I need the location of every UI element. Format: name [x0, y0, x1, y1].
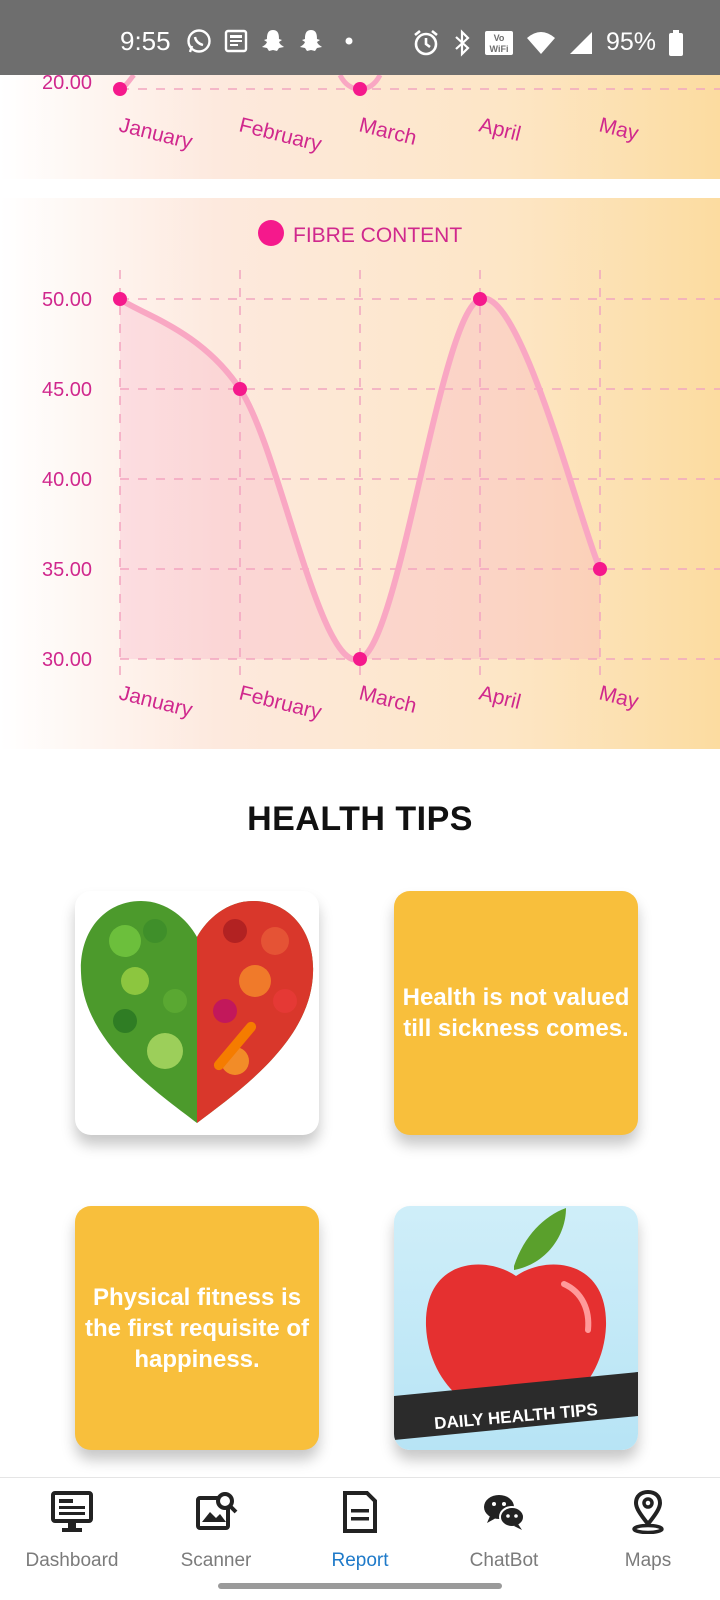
nav-label: Dashboard	[25, 1550, 119, 1571]
status-bar: 9:55 Vo WiFi 95%	[0, 0, 720, 75]
system-icons: Vo WiFi 95%	[412, 28, 684, 57]
x-tick-label: April	[477, 682, 523, 714]
battery-icon	[669, 29, 684, 56]
data-point	[113, 82, 127, 96]
vowifi-icon: VoWiFi	[485, 30, 513, 55]
tip-text: Physical fitness is the first requisite …	[84, 1283, 310, 1373]
apple-image: DAILY HEALTH TIPS	[394, 1208, 638, 1440]
battery-percentage: 95%	[606, 28, 657, 56]
y-tick-label: 40.00	[42, 469, 92, 491]
health-tips-title: HEALTH TIPS	[247, 800, 473, 838]
y-tick-label: 30.00	[42, 649, 92, 671]
data-point[interactable]	[353, 652, 367, 666]
previous-chart-plot: 20.00 January February March April May	[42, 75, 720, 157]
nav-label: Scanner	[180, 1550, 252, 1571]
x-tick-label: April	[477, 114, 523, 146]
y-tick-label: 20.00	[42, 75, 92, 94]
data-point[interactable]	[473, 292, 487, 306]
x-tick-label: January	[117, 682, 196, 723]
news-icon	[224, 29, 248, 53]
data-point	[353, 82, 367, 96]
vegetable-heart-image	[80, 901, 314, 1123]
tip-card-health[interactable]: Health is not valued till sickness comes…	[394, 891, 638, 1135]
previous-chart: 20.00 January February March April May	[0, 75, 720, 179]
signal-icon	[570, 31, 592, 54]
whatsapp-icon	[187, 29, 211, 53]
nav-dashboard[interactable]: Dashboard	[0, 1478, 144, 1578]
snapchat-icon	[262, 30, 284, 51]
wifi-icon	[527, 31, 555, 54]
nav-label: ChatBot	[469, 1550, 539, 1571]
alarm-icon	[414, 29, 438, 55]
dot-icon	[345, 37, 353, 45]
nav-scanner[interactable]: Scanner	[144, 1478, 288, 1578]
report-icon	[343, 1491, 377, 1533]
y-tick-label: 45.00	[42, 379, 92, 401]
legend-label: FIBRE CONTENT	[293, 224, 462, 247]
x-tick-label: February	[237, 682, 325, 725]
x-tick-label: March	[357, 682, 419, 718]
bottom-navigation: Dashboard Scanner Report ChatBot Maps	[0, 1477, 720, 1600]
y-tick-label: 35.00	[42, 559, 92, 581]
data-point[interactable]	[593, 562, 607, 576]
snapchat-icon	[300, 30, 322, 51]
x-tick-label: May	[597, 682, 642, 714]
vegetable-heart-card[interactable]	[75, 891, 319, 1135]
data-point[interactable]	[113, 292, 127, 306]
nav-chatbot[interactable]: ChatBot	[432, 1478, 576, 1578]
gesture-navigation-bar[interactable]	[218, 1583, 502, 1589]
fibre-chart-plot: FIBRE CONTENT 50.00 45.00 40.00 35.00 30.00 Ja…	[42, 220, 720, 725]
fibre-content-chart: FIBRE CONTENT 50.00 45.00 40.00 35.00 30.00 Ja…	[0, 198, 720, 749]
x-tick-label: March	[357, 114, 419, 150]
nav-report[interactable]: Report	[288, 1478, 432, 1578]
chatbot-icon	[484, 1495, 525, 1530]
dashboard-icon	[51, 1491, 93, 1532]
tip-card-fitness[interactable]: Physical fitness is the first requisite …	[75, 1206, 319, 1450]
tip-text: Health is not valued till sickness comes…	[402, 984, 630, 1042]
x-tick-label: February	[237, 114, 325, 157]
data-point[interactable]	[233, 382, 247, 396]
y-tick-label: 50.00	[42, 289, 92, 311]
nav-label: Report	[331, 1550, 389, 1571]
status-time: 9:55	[120, 26, 171, 56]
x-tick-label: January	[117, 114, 196, 155]
x-tick-label: May	[597, 114, 642, 146]
daily-health-tips-card[interactable]: DAILY HEALTH TIPS	[394, 1206, 638, 1450]
svg-text:WiFi: WiFi	[490, 44, 509, 54]
scanner-icon	[196, 1492, 238, 1530]
maps-icon	[632, 1490, 664, 1534]
nav-label: Maps	[624, 1550, 672, 1571]
notification-icons	[186, 28, 362, 54]
legend-marker	[258, 220, 284, 246]
nav-maps[interactable]: Maps	[576, 1478, 720, 1578]
bluetooth-icon	[455, 28, 470, 57]
svg-text:Vo: Vo	[494, 33, 505, 43]
